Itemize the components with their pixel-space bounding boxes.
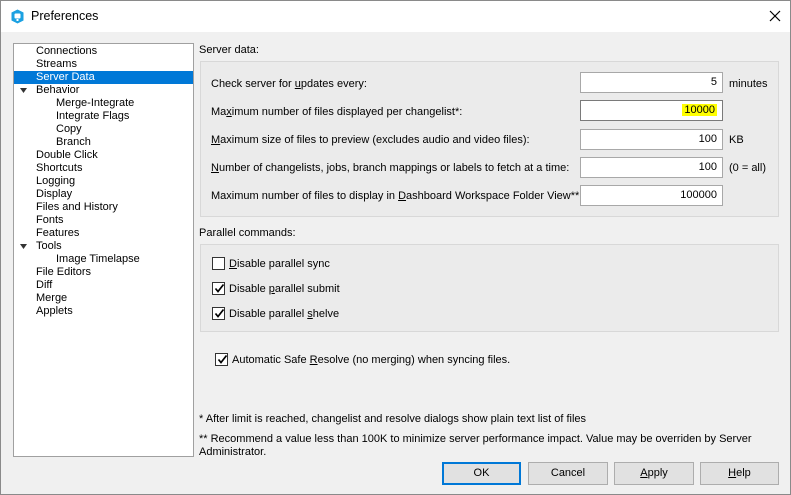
fetch-count-input[interactable]: 100: [580, 157, 723, 178]
sidebar-item-copy[interactable]: Copy: [56, 123, 82, 136]
max-preview-size-unit: KB: [729, 134, 744, 146]
sidebar-item-files-and-history[interactable]: Files and History: [36, 201, 118, 214]
check-updates-label: Check server for updates every:: [211, 78, 367, 90]
apply-button[interactable]: Apply: [614, 462, 694, 485]
checkmark-icon: [214, 308, 225, 318]
checkmark-icon: [217, 354, 228, 364]
sidebar-item-behavior[interactable]: Behavior: [36, 84, 79, 97]
max-preview-size-label: Maximum size of files to preview (exclud…: [211, 134, 530, 146]
check-updates-input[interactable]: 5: [580, 72, 723, 93]
disable-parallel-shelve-label[interactable]: Disable parallel shelve: [229, 308, 339, 320]
preferences-tree[interactable]: Connections Streams Server Data Behavior…: [13, 43, 194, 457]
preferences-window: Preferences Connections Streams Server D…: [0, 0, 791, 495]
note-recommend-line2: Administrator.: [199, 446, 267, 458]
note-recommend-line1: ** Recommend a value less than 100K to m…: [199, 433, 752, 445]
disable-parallel-sync-checkbox[interactable]: [212, 257, 225, 270]
sidebar-item-file-editors[interactable]: File Editors: [36, 266, 91, 279]
note-changelist-limit: * After limit is reached, changelist and…: [199, 413, 587, 425]
disable-parallel-sync-label[interactable]: Disable parallel sync: [229, 258, 330, 270]
sidebar-item-shortcuts[interactable]: Shortcuts: [36, 162, 82, 175]
max-files-changelist-label: Maximum number of files displayed per ch…: [211, 106, 463, 118]
sidebar-item-double-click[interactable]: Double Click: [36, 149, 98, 162]
server-data-heading: Server data:: [199, 44, 259, 56]
check-updates-unit: minutes: [729, 78, 768, 90]
dashboard-max-files-input[interactable]: 100000: [580, 185, 723, 206]
title-bar: Preferences: [1, 1, 790, 32]
sidebar-item-diff[interactable]: Diff: [36, 279, 52, 292]
window-title: Preferences: [31, 9, 99, 23]
sidebar-item-display[interactable]: Display: [36, 188, 72, 201]
disable-parallel-submit-label[interactable]: Disable parallel submit: [229, 283, 340, 295]
sidebar-item-streams[interactable]: Streams: [36, 58, 77, 71]
sidebar-item-features[interactable]: Features: [36, 227, 79, 240]
sidebar-item-tools[interactable]: Tools: [36, 240, 62, 253]
disable-parallel-shelve-checkbox[interactable]: [212, 307, 225, 320]
parallel-commands-heading: Parallel commands:: [199, 227, 296, 239]
dashboard-max-files-label: Maximum number of files to display in Da…: [211, 190, 583, 202]
sidebar-item-branch[interactable]: Branch: [56, 136, 91, 149]
sidebar-item-fonts[interactable]: Fonts: [36, 214, 64, 227]
expand-arrow-icon[interactable]: [20, 243, 28, 251]
cancel-button[interactable]: Cancel: [528, 462, 608, 485]
sidebar-item-connections[interactable]: Connections: [36, 45, 97, 58]
safe-resolve-checkbox[interactable]: [215, 353, 228, 366]
expand-arrow-icon[interactable]: [20, 87, 28, 95]
fetch-count-label: Number of changelists, jobs, branch mapp…: [211, 162, 570, 174]
sidebar-item-merge[interactable]: Merge: [36, 292, 67, 305]
sidebar-item-logging[interactable]: Logging: [36, 175, 75, 188]
help-button[interactable]: Help: [700, 462, 779, 485]
sidebar-item-integrate-flags[interactable]: Integrate Flags: [56, 110, 129, 123]
max-preview-size-input[interactable]: 100: [580, 129, 723, 150]
safe-resolve-label[interactable]: Automatic Safe Resolve (no merging) when…: [232, 354, 510, 366]
ok-button[interactable]: OK: [442, 462, 521, 485]
sidebar-item-server-data[interactable]: Server Data: [14, 71, 193, 84]
checkmark-icon: [214, 283, 225, 293]
app-logo-icon: [11, 9, 24, 24]
max-files-changelist-input[interactable]: 10000: [580, 100, 723, 121]
sidebar-item-merge-integrate[interactable]: Merge-Integrate: [56, 97, 134, 110]
sidebar-item-image-timelapse[interactable]: Image Timelapse: [56, 253, 140, 266]
close-icon[interactable]: [763, 5, 787, 27]
disable-parallel-submit-checkbox[interactable]: [212, 282, 225, 295]
sidebar-item-applets[interactable]: Applets: [36, 305, 73, 318]
fetch-count-unit: (0 = all): [729, 162, 766, 174]
